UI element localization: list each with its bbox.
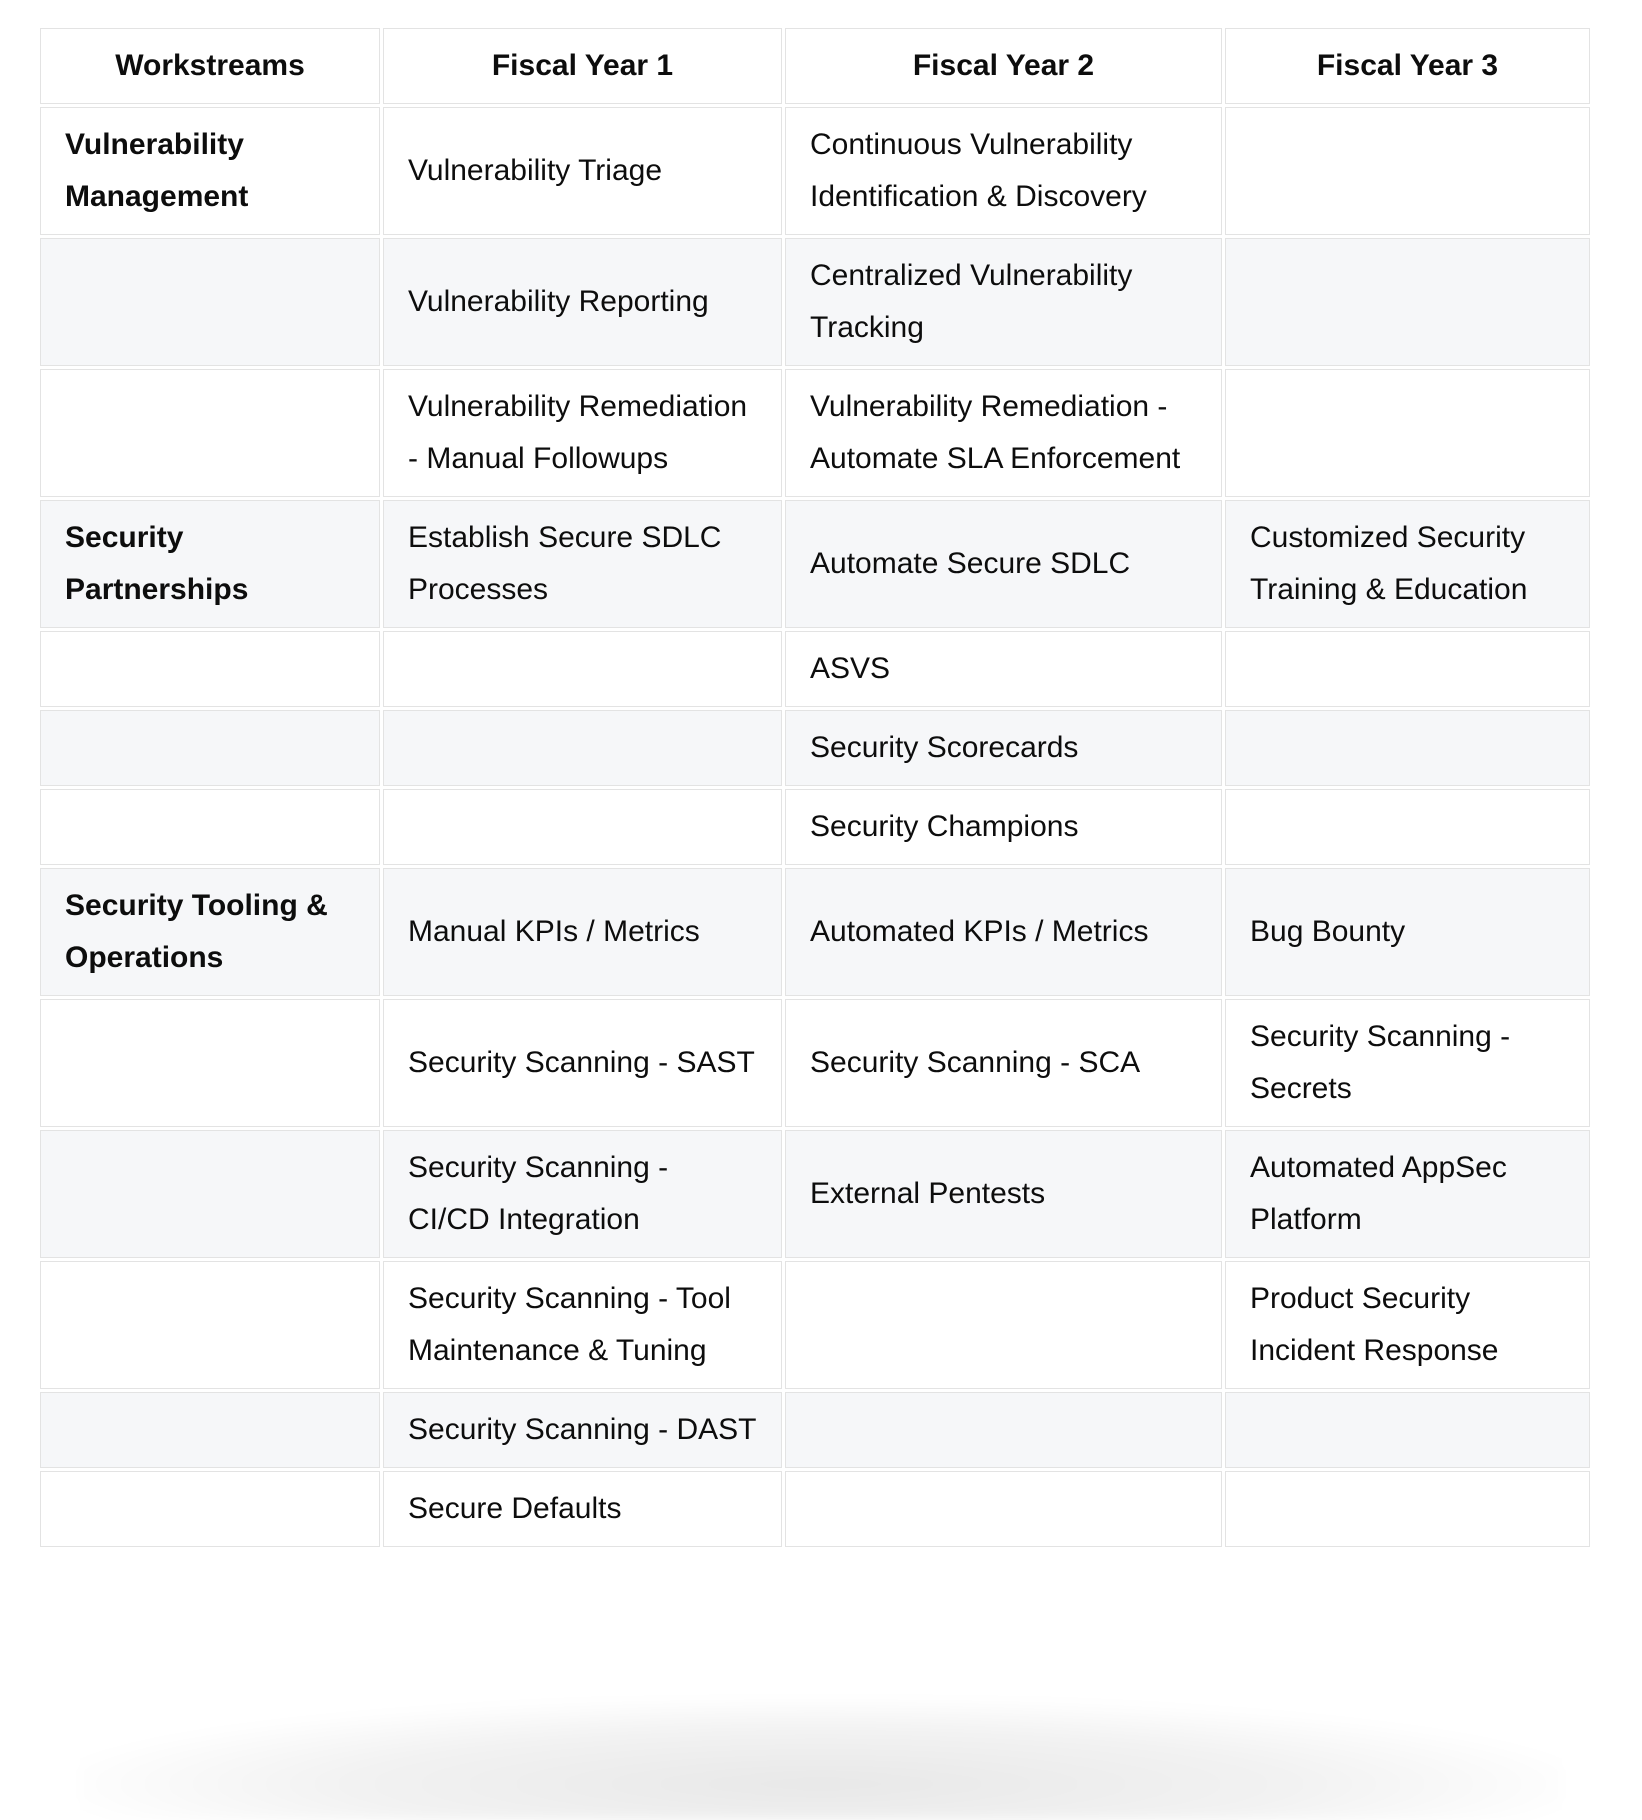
workstream-cell (40, 710, 380, 786)
table-row: Security Tooling & Operations Manual KPI… (40, 868, 1590, 996)
workstream-cell (40, 999, 380, 1127)
fy1-cell: Security Scanning - SAST (383, 999, 782, 1127)
workstream-cell (40, 789, 380, 865)
table-row: Security Champions (40, 789, 1590, 865)
workstream-cell: Security Partnerships (40, 500, 380, 628)
workstream-cell (40, 1261, 380, 1389)
table-row: Security Scanning - CI/CD Integration Ex… (40, 1130, 1590, 1258)
fy3-cell: Bug Bounty (1225, 868, 1590, 996)
fy2-cell (785, 1471, 1222, 1547)
header-workstreams: Workstreams (40, 28, 380, 104)
fy1-cell (383, 789, 782, 865)
fy3-cell (1225, 631, 1590, 707)
fy1-cell (383, 631, 782, 707)
fy2-cell: Vulnerability Remediation - Automate SLA… (785, 369, 1222, 497)
page-shadow (80, 1700, 1562, 1820)
fy3-cell: Customized Security Training & Education (1225, 500, 1590, 628)
header-fiscal-year-2: Fiscal Year 2 (785, 28, 1222, 104)
fy3-cell (1225, 369, 1590, 497)
workstream-cell: Security Tooling & Operations (40, 868, 380, 996)
header-fiscal-year-1: Fiscal Year 1 (383, 28, 782, 104)
fy2-cell: Security Scanning - SCA (785, 999, 1222, 1127)
fy3-cell: Product Security Incident Response (1225, 1261, 1590, 1389)
fy1-cell: Manual KPIs / Metrics (383, 868, 782, 996)
fy2-cell: ASVS (785, 631, 1222, 707)
fy3-cell (1225, 1471, 1590, 1547)
roadmap-table: Workstreams Fiscal Year 1 Fiscal Year 2 … (37, 25, 1593, 1550)
fy1-cell: Establish Secure SDLC Processes (383, 500, 782, 628)
table-row: Security Partnerships Establish Secure S… (40, 500, 1590, 628)
fy2-cell: Continuous Vulnerability Identification … (785, 107, 1222, 235)
fy3-cell (1225, 107, 1590, 235)
workstream-cell (40, 631, 380, 707)
table-row: ASVS (40, 631, 1590, 707)
fy3-cell (1225, 1392, 1590, 1468)
fy1-cell: Security Scanning - CI/CD Integration (383, 1130, 782, 1258)
table-row: Secure Defaults (40, 1471, 1590, 1547)
table-row: Security Scorecards (40, 710, 1590, 786)
table-row: Security Scanning - SAST Security Scanni… (40, 999, 1590, 1127)
workstream-cell (40, 369, 380, 497)
fy1-cell: Secure Defaults (383, 1471, 782, 1547)
fy1-cell: Security Scanning - DAST (383, 1392, 782, 1468)
header-row: Workstreams Fiscal Year 1 Fiscal Year 2 … (40, 28, 1590, 104)
workstream-cell (40, 1471, 380, 1547)
table-row: Vulnerability Remediation - Manual Follo… (40, 369, 1590, 497)
table-row: Vulnerability Reporting Centralized Vuln… (40, 238, 1590, 366)
header-fiscal-year-3: Fiscal Year 3 (1225, 28, 1590, 104)
workstream-cell (40, 1392, 380, 1468)
table-row: Vulnerability Management Vulnerability T… (40, 107, 1590, 235)
fy2-cell: Automate Secure SDLC (785, 500, 1222, 628)
fy1-cell: Security Scanning - Tool Maintenance & T… (383, 1261, 782, 1389)
fy2-cell: Automated KPIs / Metrics (785, 868, 1222, 996)
fy2-cell: External Pentests (785, 1130, 1222, 1258)
fy2-cell: Security Scorecards (785, 710, 1222, 786)
table-row: Security Scanning - Tool Maintenance & T… (40, 1261, 1590, 1389)
fy2-cell (785, 1392, 1222, 1468)
workstream-cell (40, 238, 380, 366)
fy1-cell: Vulnerability Triage (383, 107, 782, 235)
fy3-cell: Automated AppSec Platform (1225, 1130, 1590, 1258)
workstream-cell: Vulnerability Management (40, 107, 380, 235)
fy3-cell (1225, 238, 1590, 366)
fy2-cell: Security Champions (785, 789, 1222, 865)
fy1-cell: Vulnerability Reporting (383, 238, 782, 366)
table-row: Security Scanning - DAST (40, 1392, 1590, 1468)
fy3-cell (1225, 710, 1590, 786)
fy2-cell: Centralized Vulnerability Tracking (785, 238, 1222, 366)
fy3-cell: Security Scanning - Secrets (1225, 999, 1590, 1127)
fy1-cell (383, 710, 782, 786)
fy1-cell: Vulnerability Remediation - Manual Follo… (383, 369, 782, 497)
workstream-cell (40, 1130, 380, 1258)
fy2-cell (785, 1261, 1222, 1389)
fy3-cell (1225, 789, 1590, 865)
